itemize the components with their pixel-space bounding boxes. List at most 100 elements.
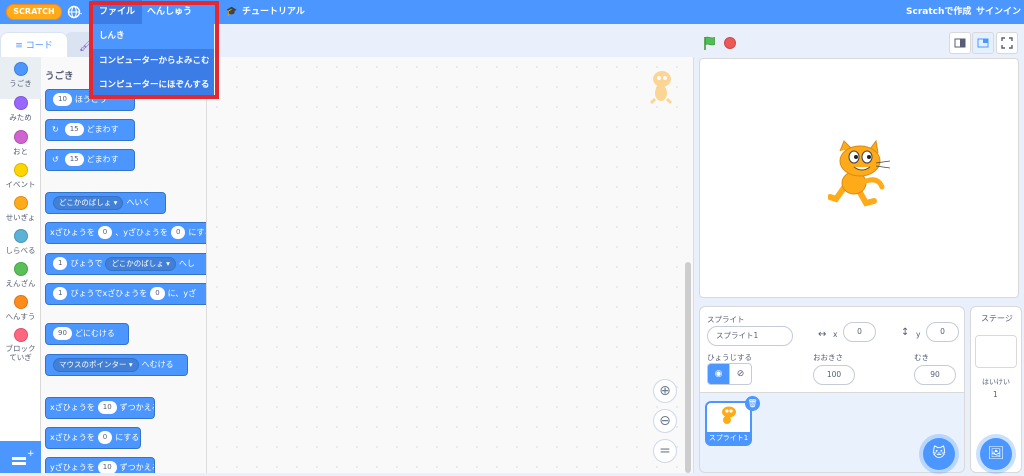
zoom-in-button[interactable]: ⊕ bbox=[653, 379, 677, 403]
turn-right-text: どまわす bbox=[86, 125, 119, 134]
create-link[interactable]: Scratchで作成 bbox=[906, 0, 971, 24]
category-dot bbox=[13, 295, 28, 309]
category-label: へんすう bbox=[5, 312, 36, 321]
direction-input[interactable]: 90 bbox=[53, 327, 72, 340]
category-myblocks[interactable]: ブロックていぎ bbox=[0, 323, 41, 365]
hide-sprite-button[interactable]: ⊘ bbox=[729, 363, 752, 385]
turn-right-block[interactable]: ↻ 15 どまわす bbox=[45, 119, 135, 141]
extension-icon: + bbox=[12, 449, 35, 465]
show-sprite-button[interactable]: ◉ bbox=[707, 363, 730, 385]
workspace-scrollbar[interactable] bbox=[685, 262, 691, 473]
change-x-input[interactable]: 10 bbox=[97, 401, 117, 414]
sprite-thumbnail-label: スプライト1 bbox=[707, 432, 750, 444]
y-label: y bbox=[916, 330, 921, 339]
stage-pane-title: ステージ bbox=[981, 314, 1013, 323]
tutorial-icon: 🎓 bbox=[226, 7, 238, 17]
green-flag-icon[interactable] bbox=[702, 35, 718, 51]
y-input[interactable]: 0 bbox=[926, 322, 959, 342]
file-menu[interactable]: ファイル bbox=[92, 0, 142, 24]
x-arrow-icon: ↔ bbox=[818, 329, 827, 340]
add-extension-button[interactable]: + bbox=[0, 441, 41, 473]
add-sprite-button[interactable]: 🐱 bbox=[923, 438, 955, 470]
change-y-text1: yざひょうを bbox=[50, 463, 95, 472]
goto-y-input[interactable]: 0 bbox=[170, 226, 186, 239]
glide-text2: へし bbox=[178, 259, 195, 268]
category-dot bbox=[13, 130, 28, 144]
category-dot bbox=[13, 262, 28, 276]
block-palette: うごき 10 ほうこう ↻ 15 どまわす ↺ 15 どまわす どこかのばしょ ▾ へいく … bbox=[41, 57, 207, 473]
glide-xy-text2: に、yざ bbox=[167, 289, 197, 298]
script-workspace[interactable]: ⊕ ⊖ = bbox=[207, 57, 694, 473]
small-stage-button[interactable] bbox=[949, 32, 971, 54]
turn-left-input[interactable]: 15 bbox=[64, 153, 84, 166]
change-y-text2: ずつかえる bbox=[119, 463, 154, 472]
menu-item-new[interactable]: しんき bbox=[92, 24, 214, 48]
sprite-info: スプライト スプライト1 ↔ x 0 ↕ y 0 ひょうじする ◉ ⊘ おおきさ… bbox=[700, 307, 964, 393]
normal-stage-button[interactable] bbox=[972, 32, 994, 54]
menu-bar: SCRATCH ファイル へんしゅう 🎓 チュートリアル Scratchで作成 … bbox=[0, 0, 1024, 24]
change-y-block[interactable]: yざひょうを10ずつかえる bbox=[45, 457, 155, 473]
tutorial-label[interactable]: チュートリアル bbox=[242, 0, 312, 24]
category-label: せいぎょ bbox=[5, 213, 36, 222]
menu-item-save-to-computer[interactable]: コンピューターにほぞんする bbox=[92, 73, 214, 97]
backdrops-count: 1 bbox=[993, 390, 998, 399]
sprite-thumbnail[interactable]: スプライト1 🗑 bbox=[705, 396, 760, 446]
fullscreen-button[interactable] bbox=[996, 32, 1018, 54]
stage-thumbnail[interactable] bbox=[975, 335, 1017, 368]
tab-code-label: コード bbox=[25, 41, 53, 51]
tab-code[interactable]: ≡ コード bbox=[0, 32, 68, 58]
glide-x-input[interactable]: 0 bbox=[150, 287, 165, 300]
cat-add-icon: 🐱 bbox=[932, 446, 946, 461]
sprite-name-input[interactable]: スプライト1 bbox=[707, 326, 793, 346]
x-input[interactable]: 0 bbox=[843, 322, 876, 342]
x-label: x bbox=[833, 330, 838, 339]
goto-xy-block[interactable]: xざひょうを0、yざひょうを0にする bbox=[45, 222, 206, 244]
glide-text1: びょうで bbox=[70, 259, 103, 268]
cat-thumbnail-icon bbox=[722, 406, 736, 424]
menu-item-load-from-computer[interactable]: コンピューターからよみこむ bbox=[92, 49, 214, 73]
glide-block[interactable]: 1 びょうで どこかのばしょ ▾ へし bbox=[45, 253, 206, 275]
goto-dropdown[interactable]: どこかのばしょ ▾ bbox=[53, 195, 124, 210]
image-add-icon: 🖼 bbox=[987, 446, 1005, 461]
glide-xy-secs-input[interactable]: 1 bbox=[53, 287, 68, 300]
category-label: みため bbox=[9, 113, 32, 122]
delete-sprite-button[interactable]: 🗑 bbox=[745, 396, 760, 411]
change-x-block[interactable]: xざひょうを10ずつかえる bbox=[45, 397, 155, 419]
zoom-reset-button[interactable]: = bbox=[653, 439, 677, 463]
fullscreen-icon bbox=[1001, 37, 1013, 49]
signin-link[interactable]: サインイン bbox=[976, 0, 1021, 24]
category-label: イベント bbox=[5, 180, 36, 189]
glide-xy-block[interactable]: 1 びょうでxざひょうを 0 に、yざ bbox=[45, 283, 206, 305]
direction-input[interactable]: 90 bbox=[914, 365, 956, 385]
direction-label: むき bbox=[914, 353, 929, 362]
point-direction-block[interactable]: 90 どにむける bbox=[45, 323, 129, 345]
point-towards-block[interactable]: マウスのポインター ▾ へむける bbox=[45, 354, 188, 376]
goto-dropdown-label: どこかのばしょ bbox=[59, 197, 112, 207]
zoom-reset-icon: = bbox=[659, 443, 671, 459]
zoom-out-button[interactable]: ⊖ bbox=[653, 409, 677, 433]
trash-icon: 🗑 bbox=[747, 399, 758, 408]
size-input[interactable]: 100 bbox=[813, 365, 855, 385]
change-y-input[interactable]: 10 bbox=[97, 461, 117, 473]
stage-canvas[interactable] bbox=[699, 58, 1019, 298]
globe-icon[interactable] bbox=[67, 4, 83, 20]
set-x-block[interactable]: xざひょうを 0 にする bbox=[45, 427, 141, 449]
cat-sprite[interactable] bbox=[828, 139, 894, 215]
edit-menu[interactable]: へんしゅう bbox=[142, 0, 197, 24]
goto-x-input[interactable]: 0 bbox=[97, 226, 113, 239]
glide-secs-input[interactable]: 1 bbox=[53, 257, 68, 270]
move-steps-input[interactable]: 10 bbox=[53, 93, 72, 106]
set-x-input[interactable]: 0 bbox=[97, 431, 113, 444]
goto-block[interactable]: どこかのばしょ ▾ へいく bbox=[45, 192, 166, 214]
scratch-logo[interactable]: SCRATCH bbox=[6, 4, 62, 20]
set-x-text2: にする bbox=[115, 433, 140, 442]
point-towards-dropdown[interactable]: マウスのポインター ▾ bbox=[53, 357, 139, 372]
point-towards-label: マウスのポインター bbox=[59, 359, 127, 369]
glide-dropdown[interactable]: どこかのばしょ ▾ bbox=[105, 256, 176, 271]
change-x-text1: xざひょうを bbox=[50, 403, 95, 412]
stage-target-pane[interactable]: ステージ はいけい 1 🖼 bbox=[970, 306, 1022, 473]
turn-left-block[interactable]: ↺ 15 どまわす bbox=[45, 149, 135, 171]
turn-right-input[interactable]: 15 bbox=[64, 123, 84, 136]
add-backdrop-button[interactable]: 🖼 bbox=[980, 438, 1012, 470]
stop-button[interactable] bbox=[724, 37, 736, 49]
